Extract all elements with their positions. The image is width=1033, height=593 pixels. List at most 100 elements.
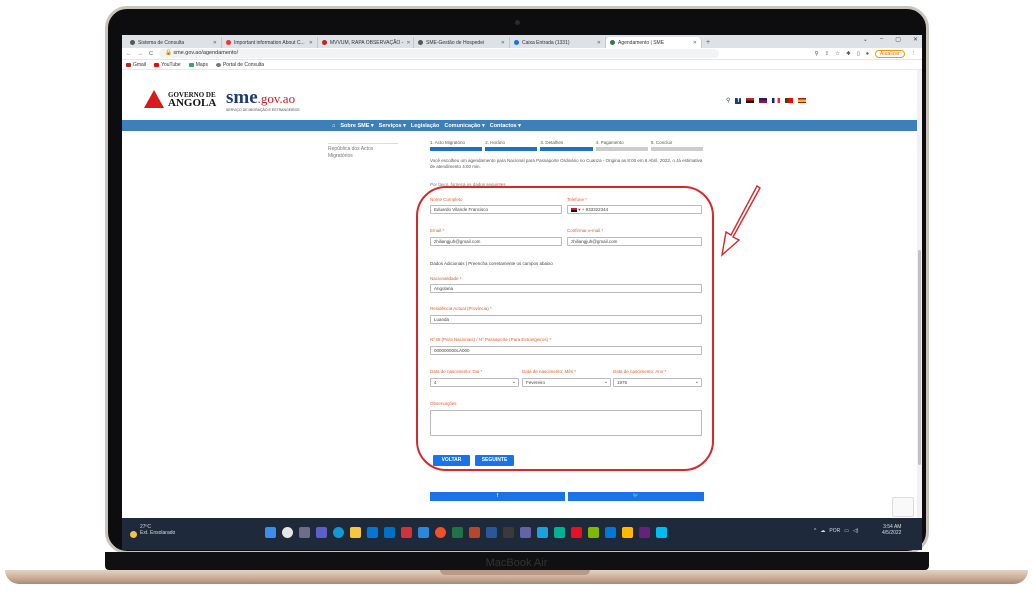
volume-icon[interactable]: ◁) [853,528,859,534]
star-icon[interactable]: ☆ [835,51,840,57]
new-tab-button[interactable]: + [702,37,714,48]
teams-icon[interactable] [316,527,327,538]
clock[interactable]: 3:54 AM 4/5/2022 [882,524,901,536]
tab-gmail[interactable]: MVVUM, RAPA OBSERVAÇÃO - ✕ [318,37,414,48]
network-icon[interactable]: ▭ [844,528,849,534]
tab-caixa[interactable]: Caixa Entrada (1331) ✕ [510,37,606,48]
app-icon[interactable] [520,527,531,538]
app-icon[interactable] [656,527,667,538]
bookmark-label: Maps [195,61,208,68]
app-icon[interactable] [401,527,412,538]
chrome-icon[interactable] [435,527,446,538]
maximize-button[interactable]: ▢ [895,36,901,43]
extensions-icon[interactable]: ✱ [846,51,851,57]
tab-search-icon[interactable]: ⌄ [863,36,868,43]
nav-contactos[interactable]: Contactos ▾ [490,123,521,129]
app-icon[interactable] [588,527,599,538]
minimize-button[interactable]: – [880,36,883,43]
mail-icon[interactable] [384,527,395,538]
sme-logo[interactable]: sme.gov.ao [226,87,295,109]
bookmark-portal[interactable]: Portal de Consulta [215,62,264,68]
windows-start-icon[interactable] [265,527,276,538]
bookmark-youtube[interactable]: YouTube [154,62,181,68]
back-icon[interactable]: ← [126,51,132,57]
weather-icon[interactable] [130,531,137,538]
weather-widget[interactable]: 27ºC Ext. Ensolarado [140,524,175,536]
flag-uk-icon[interactable] [759,98,768,103]
app-icon[interactable] [537,527,548,538]
excel-icon[interactable] [452,527,463,538]
nav-servicos[interactable]: Serviços ▾ [379,123,406,129]
search-icon[interactable]: ⚲ [726,97,730,104]
bookmarks-bar: Gmail YouTube Maps Portal de Consulta [122,60,922,70]
favicon-icon [418,40,423,45]
step-1: 1. Acto Migratório [430,140,483,151]
facebook-icon[interactable]: f [735,97,742,104]
close-icon[interactable]: ✕ [693,40,697,46]
nav-comunicacao[interactable]: Comunicação ▾ [444,123,484,129]
progress-steps: 1. Acto Migratório 2. Horário 3. Detalhe… [430,140,704,151]
app-icon[interactable] [503,527,514,538]
scrollbar-thumb[interactable] [918,250,921,465]
url-field[interactable]: 🔒 sme.gov.ao/agendamento/ [158,49,719,58]
reload-icon[interactable]: C [149,51,153,57]
share-twitter-button[interactable]: 🐦 [568,492,704,501]
search-icon[interactable] [282,527,293,538]
share-facebook-button[interactable]: f [430,492,565,501]
bookmark-maps[interactable]: Maps [188,61,208,68]
recaptcha-badge[interactable] [892,497,914,517]
mail-icon [514,40,519,45]
task-view-icon[interactable] [299,527,310,538]
app-icon[interactable] [622,527,633,538]
close-icon[interactable]: ✕ [597,40,601,46]
sme-logo-text: sme [226,87,258,108]
sme-subtitle: SERVIÇO DE MIGRAÇÃO E ESTRANGEIROS [226,108,300,112]
tab-sme-gestao[interactable]: SME-Gestão de Hospedei ✕ [414,37,510,48]
tab-sistema[interactable]: Sistema de Consulta ✕ [126,37,222,48]
app-icon[interactable] [605,527,616,538]
url-text: sme.gov.ao/agendamento/ [173,50,239,56]
laptop-frame: MacBook Air Sistema de Consulta ✕ Importa… [0,0,1033,593]
sidebar-link[interactable]: República dos Actos Migratórios [328,143,398,160]
nav-sobre[interactable]: Sobre SME ▾ [340,123,373,129]
close-icon[interactable]: ✕ [309,40,313,46]
nav-label: Contactos [489,122,517,129]
system-tray: ^ ☁ POR ▭ ◁) [814,528,858,534]
flag-angola-icon[interactable] [746,98,755,103]
step-bar [430,147,483,151]
governo-logo-text[interactable]: GOVERNO DE ANGOLA [168,91,217,109]
word-icon[interactable] [486,527,497,538]
edge-icon[interactable] [333,527,344,538]
menu-icon[interactable]: ⋮ [911,51,917,57]
app-icon[interactable] [418,527,429,538]
nav-legislacao[interactable]: Legislação [411,123,439,129]
update-button[interactable]: Atualizar [875,49,905,58]
flag-portugal-icon[interactable] [785,98,794,103]
sidepanel-icon[interactable]: ▯ [857,51,860,57]
close-icon[interactable]: ✕ [213,40,217,46]
home-icon[interactable]: ⌂ [332,123,335,129]
profile-avatar[interactable]: ● [866,51,869,57]
flag-spain-icon[interactable] [798,98,807,103]
tab-agendamento[interactable]: Agendamento | SME ✕ [606,37,702,48]
step-label: 5. Concluir [650,140,673,145]
close-icon[interactable]: ✕ [501,40,505,46]
store-icon[interactable] [367,527,378,538]
chevron-up-icon[interactable]: ^ [814,528,816,534]
app-icon[interactable] [571,527,582,538]
close-icon[interactable]: ✕ [406,40,410,46]
app-icon[interactable] [554,527,565,538]
share-icon[interactable]: ⇪ [825,51,830,57]
tab-important[interactable]: Important information About C... ✕ [222,37,318,48]
cloud-icon[interactable]: ☁ [820,528,825,534]
forward-icon[interactable]: → [138,51,144,57]
close-window-button[interactable]: ✕ [913,36,918,43]
flag-france-icon[interactable] [772,98,781,103]
file-explorer-icon[interactable] [350,527,361,538]
app-icon[interactable] [639,527,650,538]
language-indicator[interactable]: POR [829,528,840,534]
gov-line2: ANGOLA [168,97,217,109]
zoom-icon[interactable]: ⚲ [815,51,819,57]
powerpoint-icon[interactable] [469,527,480,538]
bookmark-gmail[interactable]: Gmail [126,62,146,68]
